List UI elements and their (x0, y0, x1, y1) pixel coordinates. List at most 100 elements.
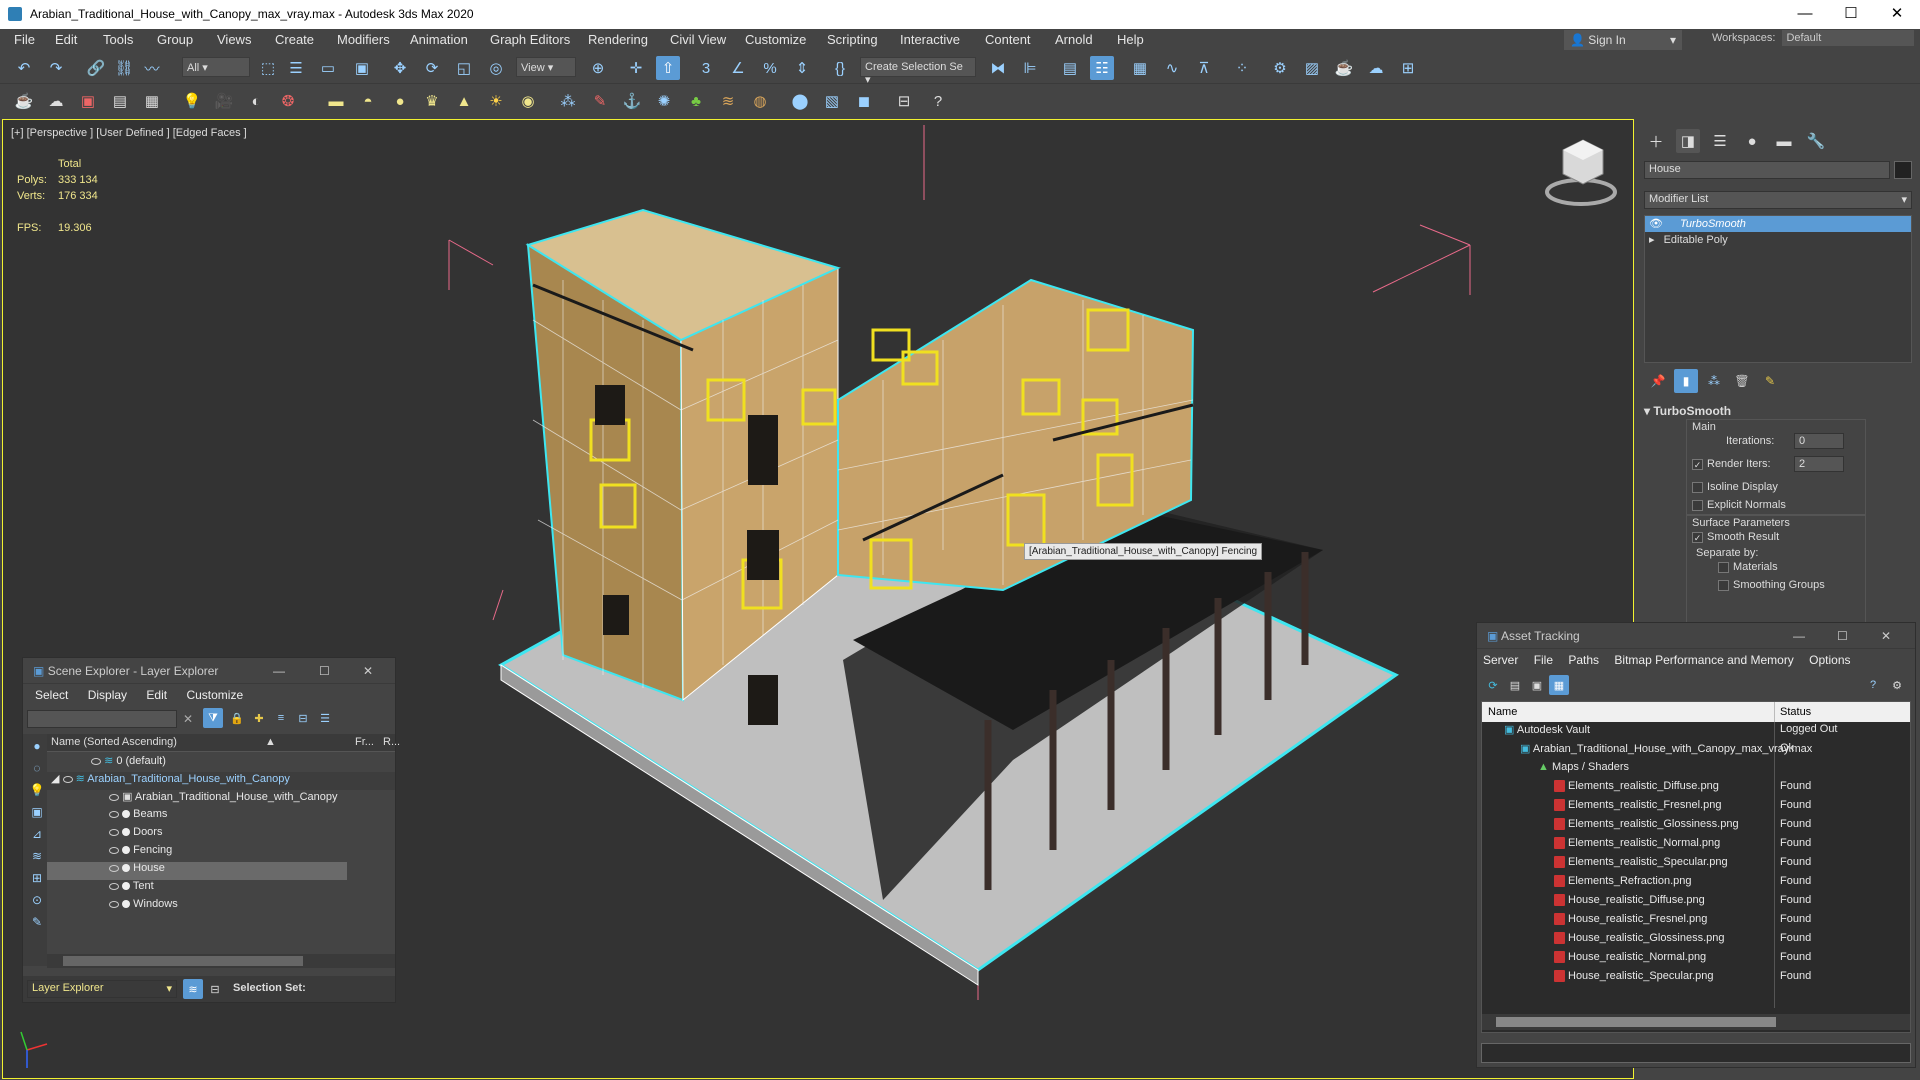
list-item[interactable]: Beams (47, 808, 395, 826)
smooth-result-checkbox[interactable]: ✓ Smooth Result (1692, 531, 1779, 543)
curve-editor-icon[interactable]: ∿ (1160, 56, 1184, 80)
vray-frame-buffer-icon[interactable]: ❂ (276, 89, 300, 113)
stack-item-editable-poly[interactable]: ▸ Editable Poly (1645, 232, 1911, 248)
menu-animation[interactable]: Animation (410, 32, 468, 47)
menu-views[interactable]: Views (217, 32, 251, 47)
window-crossing-icon[interactable]: ▣ (350, 56, 374, 80)
maximize-icon[interactable]: ☐ (319, 664, 330, 678)
menu-create[interactable]: Create (275, 32, 314, 47)
scene-explorer-icon[interactable]: ☷ (1090, 56, 1114, 80)
render-in-cloud-icon[interactable]: ☁ (1364, 56, 1388, 80)
menu-customize[interactable]: Customize (186, 688, 243, 702)
vray-proxy-icon[interactable]: ⁂ (556, 89, 580, 113)
layer-explorer-icon[interactable]: ▤ (1058, 56, 1082, 80)
settings-icon[interactable]: ⚙ (1887, 675, 1907, 695)
eye-icon[interactable]: 👁 (1649, 218, 1663, 230)
eye-icon[interactable] (109, 882, 119, 890)
eye-icon[interactable] (109, 864, 119, 872)
menu-paths[interactable]: Paths (1568, 653, 1599, 667)
layer-mode-icon[interactable]: ≋ (183, 979, 203, 999)
hierarchy-icon[interactable]: ⊟ (293, 708, 313, 728)
table-row[interactable]: Elements_realistic_Glossiness.png (1554, 818, 1739, 836)
add-to-layer-icon[interactable]: ≡ (271, 708, 291, 728)
sign-in-dropdown[interactable]: 👤 Sign In ▾ (1564, 30, 1682, 50)
scrollbar-thumb[interactable] (63, 956, 303, 966)
close-icon[interactable]: ✕ (1881, 629, 1891, 643)
close-button[interactable]: ✕ (1874, 3, 1920, 25)
menu-display[interactable]: Display (88, 688, 127, 702)
align-icon[interactable]: ⊫ (1018, 56, 1042, 80)
material-editor-icon[interactable]: ⁘ (1230, 56, 1254, 80)
rect-selection-icon[interactable]: ▭ (316, 56, 340, 80)
eye-icon[interactable] (91, 757, 101, 765)
new-layer-icon[interactable]: ✚ (249, 708, 269, 728)
display-xrefs-icon[interactable]: ⊙ (27, 890, 47, 910)
modifier-list-dropdown[interactable]: Modifier List ▾ (1644, 191, 1912, 209)
menu-tools[interactable]: Tools (103, 32, 133, 47)
menu-file[interactable]: File (1534, 653, 1553, 667)
help-icon[interactable]: ? (926, 89, 950, 113)
camera-icon[interactable]: 🎥 (212, 89, 236, 113)
minimize-icon[interactable]: — (1793, 629, 1805, 643)
menu-edit[interactable]: Edit (146, 688, 167, 702)
materials-checkbox[interactable]: Materials (1718, 561, 1778, 573)
explicit-normals-checkbox[interactable]: Explicit Normals (1692, 499, 1786, 511)
menu-rendering[interactable]: Rendering (588, 32, 648, 47)
rendered-frame-window-icon[interactable]: ▨ (1300, 56, 1324, 80)
scale-icon[interactable]: ◱ (452, 56, 476, 80)
sun-icon[interactable]: ☀ (484, 89, 508, 113)
pin-stack-icon[interactable]: 📌 (1646, 369, 1670, 393)
iterations-spinner[interactable]: 0 (1794, 433, 1844, 449)
place-icon[interactable]: ◎ (484, 56, 508, 80)
create-tab-icon[interactable]: ＋ (1644, 129, 1668, 153)
menu-server[interactable]: Server (1483, 653, 1518, 667)
display-lights-icon[interactable]: 💡 (27, 780, 47, 800)
move-icon[interactable]: ✥ (388, 56, 412, 80)
bind-space-warp-icon[interactable]: 〰 (140, 56, 164, 80)
object-color-swatch[interactable] (1894, 161, 1912, 179)
link-icon[interactable]: 🔗 (84, 56, 108, 80)
percent-snap-icon[interactable]: % (758, 56, 782, 80)
plane-light-icon[interactable]: ▬ (324, 89, 348, 113)
menu-scripting[interactable]: Scripting (827, 32, 878, 47)
vray-sphere-icon[interactable]: ✺ (652, 89, 676, 113)
ambient-light-icon[interactable]: ◉ (516, 89, 540, 113)
table-row[interactable]: House_realistic_Diffuse.png (1554, 894, 1705, 912)
eye-icon[interactable] (109, 828, 119, 836)
menu-file[interactable]: File (14, 32, 35, 47)
list-item[interactable]: Tent (47, 880, 395, 898)
list-item[interactable]: ≋ 0 (default) (47, 754, 395, 772)
menu-select[interactable]: Select (35, 688, 68, 702)
isoline-display-checkbox[interactable]: Isoline Display (1692, 481, 1778, 493)
vray-plane-icon[interactable]: ⚓ (620, 89, 644, 113)
display-helpers-icon[interactable]: ⊿ (27, 824, 47, 844)
close-icon[interactable]: ✕ (363, 664, 373, 678)
render-setup-icon[interactable]: ⚙ (1268, 56, 1292, 80)
menu-group[interactable]: Group (157, 32, 193, 47)
schematic-view-icon[interactable]: ⊼ (1192, 56, 1216, 80)
menu-interactive[interactable]: Interactive (900, 32, 960, 47)
menu-civil-view[interactable]: Civil View (670, 32, 726, 47)
menu-content[interactable]: Content (985, 32, 1031, 47)
selection-filter-dropdown[interactable]: All ▾ (182, 57, 250, 77)
viewport-grid-icon[interactable]: ▦ (140, 89, 164, 113)
list-view-icon[interactable]: ▤ (1505, 675, 1525, 695)
vray-objects-icon[interactable]: ◼ (852, 89, 876, 113)
material-override-icon[interactable]: ▧ (820, 89, 844, 113)
filter-icon[interactable]: ⧩ (203, 708, 223, 728)
workspace-dropdown[interactable]: Default (1782, 30, 1915, 46)
eye-icon[interactable] (109, 846, 119, 854)
edit-named-selection-icon[interactable]: {} (828, 56, 852, 80)
list-item[interactable]: House (47, 862, 347, 880)
col-freeze[interactable]: Fr... (355, 736, 374, 748)
menu-bitmap-performance[interactable]: Bitmap Performance and Memory (1614, 653, 1793, 667)
reference-coord-dropdown[interactable]: View ▾ (516, 57, 576, 77)
workspace-selector[interactable]: Workspaces: Default (1712, 30, 1915, 46)
col-name[interactable]: Name (Sorted Ascending) (51, 736, 177, 748)
hierarchy-tab-icon[interactable]: ☰ (1708, 129, 1732, 153)
layer-stack-icon[interactable]: ☰ (315, 708, 335, 728)
object-name-field[interactable]: House (1644, 161, 1890, 179)
maximize-icon[interactable]: ☐ (1837, 629, 1848, 643)
horizontal-scrollbar[interactable] (47, 954, 395, 968)
menu-arnold[interactable]: Arnold (1055, 32, 1093, 47)
